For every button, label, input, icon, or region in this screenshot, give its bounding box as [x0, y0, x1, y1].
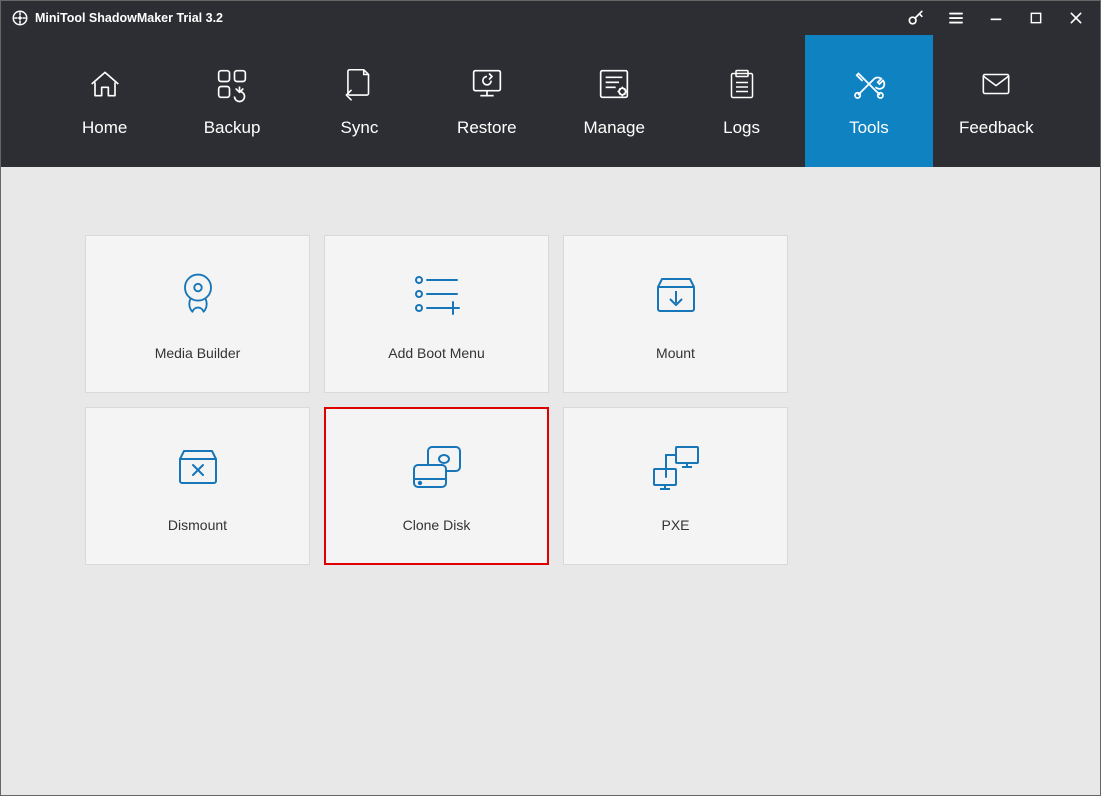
app-window: MiniTool ShadowMaker Trial 3.2: [0, 0, 1101, 796]
tools-grid: Media Builder Add Boot Menu: [1, 167, 1100, 795]
feedback-icon: [976, 64, 1016, 104]
logs-icon: [724, 64, 760, 104]
app-logo-icon: [11, 9, 29, 27]
tile-add-boot-menu[interactable]: Add Boot Menu: [324, 235, 549, 393]
titlebar-left: MiniTool ShadowMaker Trial 3.2: [7, 9, 223, 27]
tile-media-builder[interactable]: Media Builder: [85, 235, 310, 393]
nav-logs[interactable]: Logs: [678, 35, 805, 167]
tools-icon: [848, 64, 890, 104]
nav-label: Manage: [583, 118, 644, 138]
nav-home[interactable]: Home: [41, 35, 168, 167]
clone-disk-icon: [408, 439, 466, 495]
nav-sync[interactable]: Sync: [296, 35, 423, 167]
dismount-icon: [174, 439, 222, 495]
nav-label: Backup: [204, 118, 261, 138]
tile-dismount[interactable]: Dismount: [85, 407, 310, 565]
home-icon: [85, 64, 125, 104]
nav-restore[interactable]: Restore: [423, 35, 550, 167]
main-nav: Home Backup Sy: [1, 35, 1100, 167]
mount-icon: [652, 267, 700, 323]
tile-label: PXE: [661, 517, 689, 533]
tile-label: Media Builder: [155, 345, 241, 361]
tile-mount[interactable]: Mount: [563, 235, 788, 393]
add-boot-menu-icon: [409, 267, 465, 323]
tile-label: Add Boot Menu: [388, 345, 485, 361]
menu-icon[interactable]: [938, 1, 974, 35]
nav-backup[interactable]: Backup: [168, 35, 295, 167]
maximize-button[interactable]: [1018, 1, 1054, 35]
nav-label: Sync: [341, 118, 379, 138]
minimize-button[interactable]: [978, 1, 1014, 35]
key-icon[interactable]: [898, 1, 934, 35]
window-title: MiniTool ShadowMaker Trial 3.2: [35, 11, 223, 25]
nav-label: Feedback: [959, 118, 1034, 138]
tile-label: Dismount: [168, 517, 227, 533]
tile-pxe[interactable]: PXE: [563, 407, 788, 565]
tile-label: Clone Disk: [403, 517, 471, 533]
manage-icon: [594, 64, 634, 104]
nav-label: Logs: [723, 118, 760, 138]
titlebar-controls: [898, 1, 1094, 35]
pxe-icon: [648, 439, 704, 495]
nav-label: Restore: [457, 118, 517, 138]
nav-manage[interactable]: Manage: [551, 35, 678, 167]
nav-label: Home: [82, 118, 127, 138]
restore-icon: [466, 64, 508, 104]
nav-feedback[interactable]: Feedback: [933, 35, 1060, 167]
sync-icon: [340, 64, 378, 104]
nav-label: Tools: [849, 118, 889, 138]
close-button[interactable]: [1058, 1, 1094, 35]
backup-icon: [212, 64, 252, 104]
nav-tools[interactable]: Tools: [805, 35, 932, 167]
tile-label: Mount: [656, 345, 695, 361]
tile-clone-disk[interactable]: Clone Disk: [324, 407, 549, 565]
media-builder-icon: [172, 267, 224, 323]
titlebar: MiniTool ShadowMaker Trial 3.2: [1, 1, 1100, 35]
